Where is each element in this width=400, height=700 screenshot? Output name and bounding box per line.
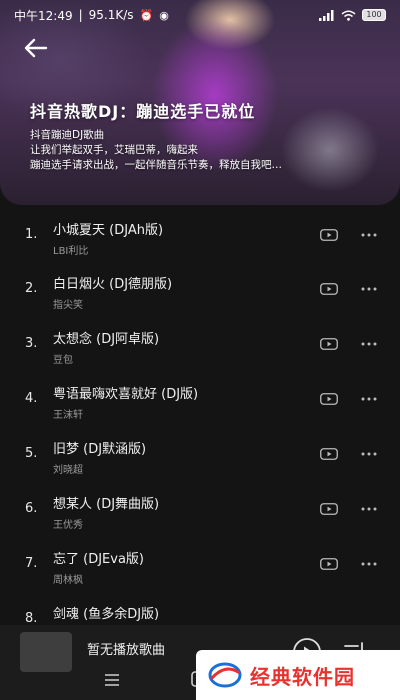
more-options-icon[interactable]: [360, 446, 378, 462]
video-play-icon[interactable]: [320, 393, 338, 405]
more-options-icon[interactable]: [360, 556, 378, 572]
watermark-logo: 经典软件园: [196, 650, 400, 700]
song-number: 8.: [25, 611, 38, 625]
menu-icon[interactable]: [104, 672, 120, 688]
song-artist: 刘晓超: [53, 465, 83, 476]
song-title: 太想念 (DJ阿卓版): [53, 332, 160, 347]
video-play-icon[interactable]: [320, 558, 338, 570]
song-title: 剑魂 (鱼多余DJ版): [53, 607, 160, 622]
song-artist: 王沫轩: [53, 410, 83, 421]
song-number: 2.: [25, 281, 38, 296]
song-number: 6.: [25, 501, 38, 516]
description-line: 蹦迪选手请求出战，一起伴随音乐节奏，释放自我吧…: [30, 159, 282, 171]
song-number: 3.: [25, 336, 38, 351]
description-line: 抖音蹦迪DJ歌曲: [30, 129, 105, 141]
song-number: 5.: [25, 446, 38, 461]
wifi-icon: [341, 10, 356, 21]
song-number: 4.: [25, 391, 38, 406]
status-separator: |: [78, 8, 83, 22]
battery-icon: 100: [362, 9, 386, 21]
song-title: 旧梦 (DJ默涵版): [53, 442, 147, 457]
video-play-icon[interactable]: [320, 448, 338, 460]
song-title: 白日烟火 (DJ德朋版): [53, 277, 173, 292]
song-title: 想某人 (DJ舞曲版): [53, 497, 160, 512]
more-options-icon[interactable]: [360, 281, 378, 297]
playlist-header: 中午12:49 | 95.1K/s ⏰ ◉ 100 抖音热歌DJ：蹦迪选手已就位: [0, 0, 400, 205]
alarm-icon: ⏰: [139, 8, 154, 22]
watermark-text: 经典软件园: [250, 664, 355, 689]
description-line: 让我们举起双手，艾瑞巴蒂，嗨起来: [30, 144, 198, 156]
song-title: 粤语最嗨欢喜就好 (DJ版): [53, 387, 199, 402]
song-artist: 指尖笑: [53, 300, 83, 311]
song-artist: 王优秀: [53, 520, 83, 531]
song-artist: LBI利比: [53, 246, 89, 257]
status-time: 中午12:49: [14, 8, 73, 23]
playlist-title: 抖音热歌DJ：蹦迪选手已就位: [30, 102, 256, 121]
song-row[interactable]: 8. 剑魂 (鱼多余DJ版): [0, 589, 400, 625]
more-options-icon[interactable]: [360, 501, 378, 517]
video-play-icon[interactable]: [320, 229, 338, 241]
song-number: 1.: [25, 227, 38, 242]
notification-icon: ◉: [159, 8, 169, 22]
now-playing-text: 暂无播放歌曲: [87, 643, 166, 658]
song-list[interactable]: 1. 小城夏天 (DJAh版) LBI利比 2. 白日烟火 (DJ德朋版) 指尖…: [0, 205, 400, 625]
more-options-icon[interactable]: [360, 391, 378, 407]
song-number: 7.: [25, 556, 38, 571]
more-options-icon[interactable]: [360, 336, 378, 352]
playlist-description: 抖音蹦迪DJ歌曲 让我们举起双手，艾瑞巴蒂，嗨起来 蹦迪选手请求出战，一起伴随音…: [30, 128, 380, 173]
more-options-icon[interactable]: [360, 227, 378, 243]
signal-icon: [319, 9, 334, 21]
status-bar: 中午12:49 | 95.1K/s ⏰ ◉ 100: [0, 0, 400, 30]
song-artist: 周林枫: [53, 575, 83, 586]
video-play-icon[interactable]: [320, 338, 338, 350]
song-artist: 豆包: [53, 355, 73, 366]
back-arrow-icon[interactable]: [22, 36, 50, 60]
logo-icon: [208, 662, 242, 688]
video-play-icon[interactable]: [320, 283, 338, 295]
network-speed: 95.1K/s: [88, 8, 134, 22]
video-play-icon[interactable]: [320, 503, 338, 515]
song-title: 小城夏天 (DJAh版): [53, 223, 164, 238]
song-title: 忘了 (DJEva版): [53, 552, 144, 567]
